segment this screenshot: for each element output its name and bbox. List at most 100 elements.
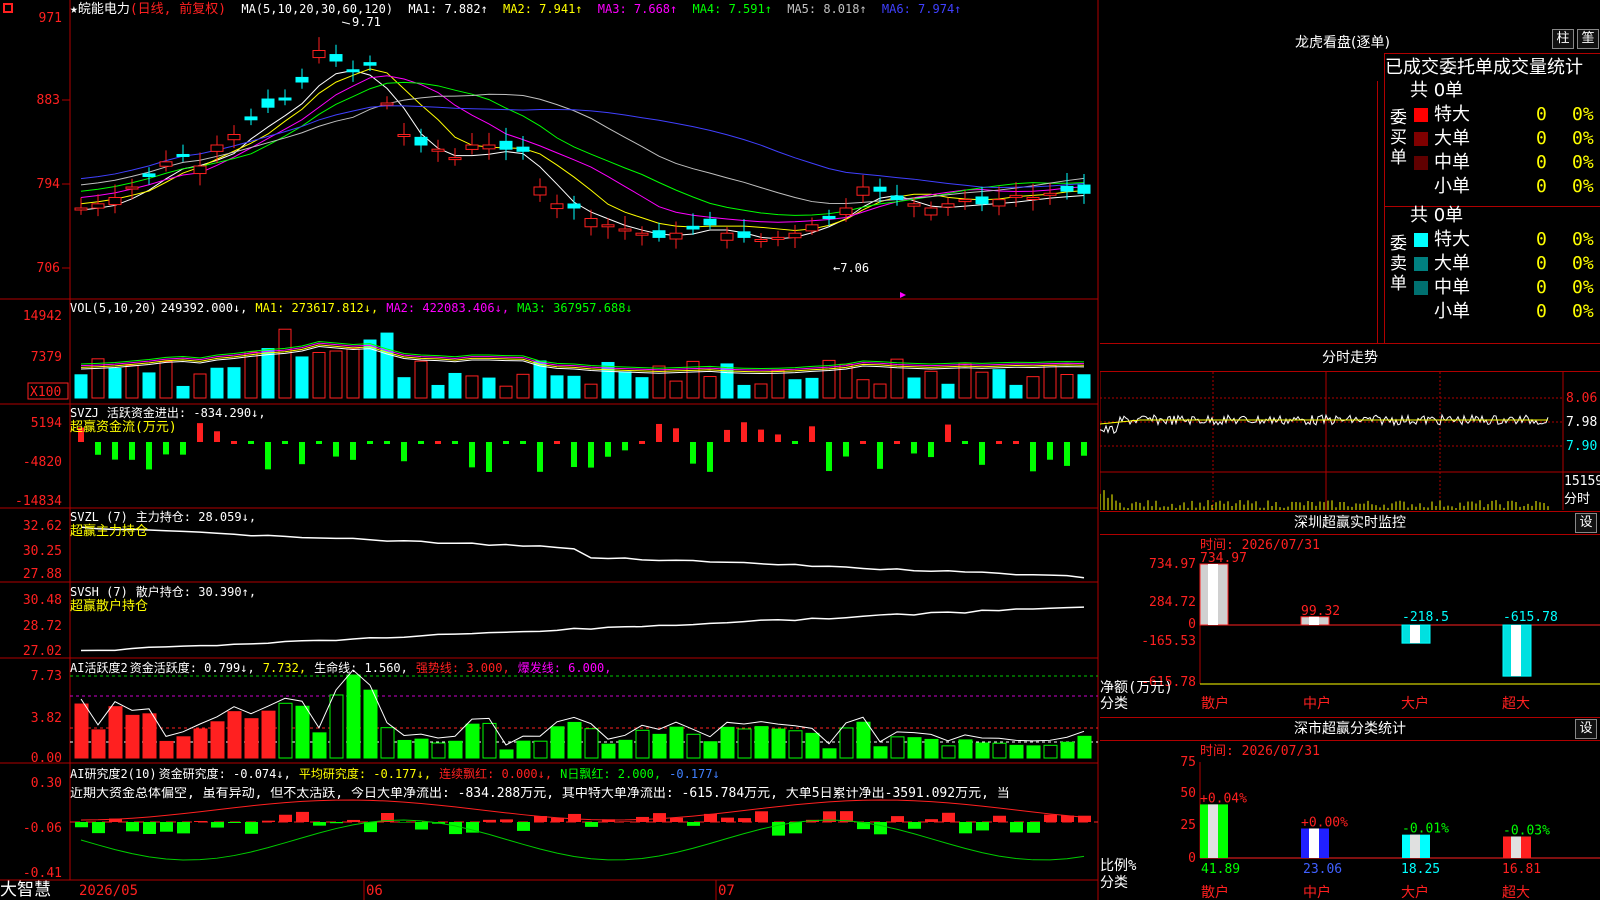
activity-bar xyxy=(108,706,123,759)
research-bar xyxy=(891,816,904,822)
date-label: 2026/05 xyxy=(79,883,138,899)
monitor-settings-button[interactable]: 设 xyxy=(1575,513,1597,533)
candle-body xyxy=(567,203,581,209)
order-percent: 0% xyxy=(1572,128,1594,149)
buy-color-swatch xyxy=(1414,180,1428,194)
order-size-label: 中单 xyxy=(1434,152,1470,173)
candle-body xyxy=(1077,184,1091,194)
candle-body xyxy=(839,207,853,216)
order-size-label: 特大 xyxy=(1434,104,1470,125)
candle-body xyxy=(771,236,785,240)
flow-bar xyxy=(520,441,526,444)
volume-bar xyxy=(346,348,360,399)
flow-bar xyxy=(452,441,458,444)
flow-bar xyxy=(656,423,662,442)
flow-bar xyxy=(299,442,305,465)
candle-body xyxy=(1026,197,1040,200)
svzl-ticks: 32.62 30.25 27.88 xyxy=(23,519,62,582)
volume-bar xyxy=(482,377,496,399)
activity-bar xyxy=(91,729,106,759)
volume-bar xyxy=(771,369,785,399)
research-bar xyxy=(925,819,938,822)
flow-bar xyxy=(894,441,900,444)
monitor-cat-label: 分类 xyxy=(1100,696,1128,712)
candle-body xyxy=(227,134,241,141)
candle-body xyxy=(363,62,377,66)
research-bar xyxy=(313,822,326,826)
classify-top-value: +0.04% xyxy=(1200,791,1247,806)
ai2-ticks: 7.73 3.82 0.00 xyxy=(31,669,62,766)
activity-bar xyxy=(74,703,89,759)
menu-icon[interactable] xyxy=(3,3,13,13)
research-bar xyxy=(415,822,428,830)
activity-bar xyxy=(448,740,463,759)
activity-bar xyxy=(533,740,548,759)
activity-bar xyxy=(601,743,616,759)
low-marker: ←7.06 xyxy=(833,261,869,275)
candle-body xyxy=(856,186,870,196)
intraday-title: 分时走势 xyxy=(1100,344,1600,372)
volume-bar xyxy=(516,373,530,399)
svg-text:散户: 散户 xyxy=(1201,695,1229,712)
svg-text:大户: 大户 xyxy=(1401,695,1429,712)
candle-body xyxy=(924,207,938,216)
flow-bar xyxy=(248,441,254,444)
ai2-header: AI活跃度2 资金活跃度: 0.799↓, 7.732, 生命线: 1.560, 强势线… xyxy=(70,661,612,675)
research-bar xyxy=(330,822,343,824)
svg-text:3.82: 3.82 xyxy=(31,711,62,726)
flow-bar xyxy=(979,442,985,465)
svg-text:0.30: 0.30 xyxy=(31,776,62,791)
svg-text:8.06: 8.06 xyxy=(1566,391,1597,406)
activity-bar xyxy=(805,732,820,759)
flow-bar xyxy=(622,442,628,451)
research-bar xyxy=(993,815,1006,822)
buy-side-label: 委买单 xyxy=(1390,108,1407,168)
flow-bar xyxy=(588,442,594,468)
flow-bar xyxy=(112,442,118,460)
svg-text:5194: 5194 xyxy=(31,416,62,431)
sell-color-swatch xyxy=(1414,305,1428,319)
research-bar xyxy=(194,821,207,822)
order-count: 0 xyxy=(1536,152,1547,173)
research-bar xyxy=(1027,822,1040,833)
candle-body xyxy=(193,165,207,175)
classify-settings-button[interactable]: 设 xyxy=(1575,719,1597,739)
volume-header: VOL(5,10,20) 249392.000↓, MA1: 273617.812↓… xyxy=(70,301,633,315)
research-bar xyxy=(789,822,802,834)
monitor-value: -218.5 xyxy=(1402,610,1449,625)
candle-body xyxy=(601,224,615,228)
candle-body xyxy=(1060,185,1074,192)
candlesticks[interactable] xyxy=(74,37,1091,249)
ai10-header: AI研究度2(10) 资金研究度: -0.074↓, 平均研究度: -0.177↓,… xyxy=(70,767,720,781)
flow-bar xyxy=(503,441,509,444)
candle-body xyxy=(465,144,479,150)
volume-bar xyxy=(278,328,292,399)
chart-area[interactable]: 971 883 794 706 9.71 ←7.06 14942 7379 X1… xyxy=(0,0,1100,900)
flow-bar xyxy=(1013,441,1019,444)
volume-unit: X100 xyxy=(30,385,61,400)
volume-bar xyxy=(907,377,921,399)
volume-bar xyxy=(499,385,513,399)
order-size-label: 中单 xyxy=(1434,277,1470,298)
order-percent: 0% xyxy=(1572,277,1594,298)
order-percent: 0% xyxy=(1572,229,1594,250)
svg-text:-14834: -14834 xyxy=(15,494,62,509)
activity-bar xyxy=(550,726,565,759)
activity-bar xyxy=(346,674,361,759)
activity-bar xyxy=(890,736,905,759)
svg-text:分时: 分时 xyxy=(1564,492,1590,507)
research-bar xyxy=(500,819,513,822)
bar-toggle-button[interactable]: 柱 xyxy=(1552,29,1574,49)
intraday-chart[interactable]: 8.06 7.98 7.90 15159 分时 xyxy=(1100,372,1600,510)
order-row: 大单 0 0% xyxy=(1410,252,1600,276)
research-bar xyxy=(517,822,530,831)
volume-bar xyxy=(312,351,326,399)
flow-bar xyxy=(95,442,101,455)
activity-bar xyxy=(244,718,259,759)
flow-bar xyxy=(571,442,577,468)
research-bar xyxy=(126,822,139,832)
research-bar xyxy=(942,812,955,822)
pen-toggle-button[interactable]: 筀 xyxy=(1577,29,1599,49)
volume-bar xyxy=(567,375,581,399)
monitor-chart: 时间: 2026/07/31 734.97 284.72 0 -165.53 -… xyxy=(1100,538,1600,712)
